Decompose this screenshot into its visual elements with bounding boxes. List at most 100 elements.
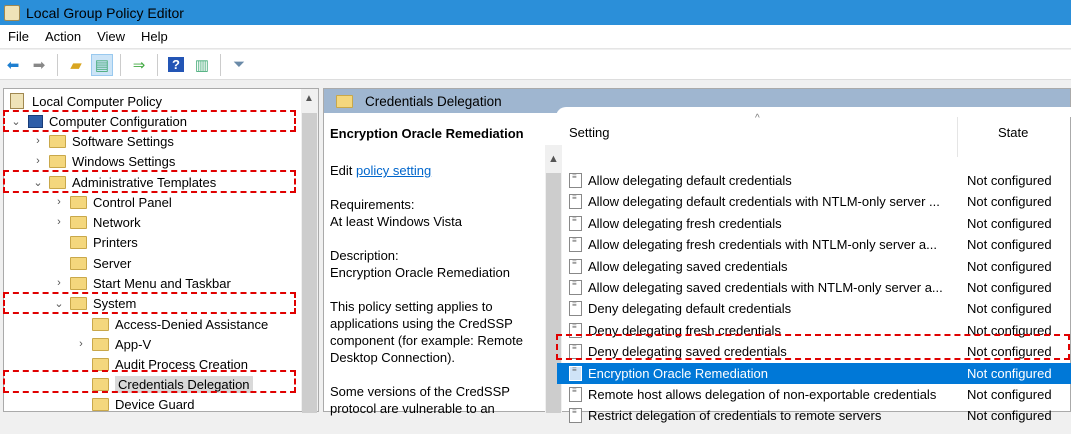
description-title: Encryption Oracle Remediation xyxy=(330,126,524,141)
tree-label: Server xyxy=(93,255,132,271)
tree-item-software-settings[interactable]: › Software Settings xyxy=(32,131,174,151)
tree-item-credentials-delegation[interactable]: Credentials Delegation xyxy=(75,374,253,394)
tree-item-windows-settings[interactable]: › Windows Settings xyxy=(32,151,175,171)
chevron-right-icon[interactable]: › xyxy=(32,155,44,167)
description-label: Description: xyxy=(330,248,399,263)
policy-setting-icon: ≡ xyxy=(569,408,582,424)
setting-name: Allow delegating fresh credentials xyxy=(588,215,782,231)
tree-item-device-guard[interactable]: Device Guard xyxy=(75,394,194,414)
tree-item-printers[interactable]: Printers xyxy=(53,232,138,252)
show-hide-action-pane-icon[interactable]: ▥ xyxy=(191,54,213,76)
chevron-right-icon[interactable]: › xyxy=(75,338,87,350)
folder-icon xyxy=(49,134,66,148)
list-row[interactable]: ≡ Allow delegating saved credentials Not c… xyxy=(557,256,1071,277)
description-paragraph: This policy setting applies to applicati… xyxy=(330,299,523,365)
window-title: Local Group Policy Editor xyxy=(26,4,184,21)
tree-scrollbar[interactable]: ▲ xyxy=(301,89,318,413)
chevron-down-icon[interactable]: ⌄ xyxy=(53,297,65,310)
tree-item-system[interactable]: ⌄ System xyxy=(53,293,136,313)
folder-icon xyxy=(92,397,109,411)
setting-state: Not configured xyxy=(967,173,1052,188)
list-row[interactable]: ≡ Allow delegating fresh credentials Not c… xyxy=(557,213,1071,234)
toolbar: ⬅ ➡ ▰ ▤ ⇒ ? ▥ ⏷ xyxy=(0,50,1071,80)
filter-icon[interactable]: ⏷ xyxy=(228,54,250,76)
menu-action[interactable]: Action xyxy=(37,29,89,44)
details-header-title: Credentials Delegation xyxy=(365,93,502,109)
menu-view[interactable]: View xyxy=(89,29,133,44)
toolbar-separator xyxy=(120,53,121,76)
folder-icon xyxy=(70,256,87,270)
help-icon[interactable]: ? xyxy=(165,54,187,76)
back-icon[interactable]: ⬅ xyxy=(2,54,24,76)
setting-name: Encryption Oracle Remediation xyxy=(588,365,768,381)
scrollbar-thumb[interactable] xyxy=(302,113,317,413)
folder-icon xyxy=(92,317,109,331)
export-list-icon[interactable]: ⇒ xyxy=(128,54,150,76)
folder-icon xyxy=(92,357,109,371)
chevron-down-icon[interactable]: ⌄ xyxy=(10,115,22,128)
setting-state: Not configured xyxy=(967,408,1052,424)
setting-state: Not configured xyxy=(967,194,1052,210)
up-folder-icon[interactable]: ▰ xyxy=(65,54,87,76)
list-row[interactable]: ≡ Deny delegating fresh credentials Not co… xyxy=(557,320,1071,341)
edit-policy-setting-link[interactable]: policy setting xyxy=(356,163,431,178)
forward-icon[interactable]: ➡ xyxy=(28,54,50,76)
setting-name: Restrict delegation of credentials to re… xyxy=(588,408,882,424)
column-header-setting[interactable]: Setting xyxy=(569,121,609,143)
folder-icon xyxy=(70,215,87,229)
tree-label: Device Guard xyxy=(115,396,195,412)
tree-item-network[interactable]: › Network xyxy=(53,212,141,232)
tree-item-start-menu[interactable]: › Start Menu and Taskbar xyxy=(53,273,231,293)
scroll-up-icon[interactable]: ▲ xyxy=(304,93,314,104)
list-row[interactable]: ≡ Remote host allows delegation of non-ex… xyxy=(557,384,1071,405)
list-row[interactable]: ≡ Encryption Oracle Remediation Not config… xyxy=(557,362,1071,384)
tree-item-access-denied-assistance[interactable]: Access-Denied Assistance xyxy=(75,314,268,334)
tree-item-control-panel[interactable]: › Control Panel xyxy=(53,192,172,212)
list-row[interactable]: ≡ Deny delegating default credentials Not … xyxy=(557,298,1071,319)
tree-item-administrative-templates[interactable]: ⌄ Administrative Templates xyxy=(32,172,216,192)
column-header-state[interactable]: State xyxy=(998,121,1028,143)
chevron-right-icon[interactable]: › xyxy=(32,135,44,147)
setting-state: Not configured xyxy=(967,237,1052,253)
policy-setting-icon: ≡ xyxy=(569,237,582,253)
setting-name: Deny delegating fresh credentials xyxy=(588,322,781,338)
menu-file[interactable]: File xyxy=(0,29,37,44)
setting-state: Not configured xyxy=(967,301,1052,317)
chevron-right-icon[interactable]: › xyxy=(53,277,65,289)
policy-setting-icon: ≡ xyxy=(569,387,582,402)
tree-label: Credentials Delegation xyxy=(115,375,253,393)
tree-label: Printers xyxy=(93,234,138,250)
list-row[interactable]: ≡ Allow delegating default credentials Not… xyxy=(557,170,1071,191)
toolbar-separator xyxy=(57,53,58,76)
list-row[interactable]: ≡ Allow delegating saved credentials with… xyxy=(557,277,1071,298)
setting-name: Allow delegating saved credentials xyxy=(588,258,788,274)
list-row[interactable]: ≡ Allow delegating default credentials wi… xyxy=(557,191,1071,212)
tree-item-local-computer-policy[interactable]: Local Computer Policy xyxy=(10,91,162,111)
list-row[interactable]: ≡ Deny delegating saved credentials Not co… xyxy=(557,341,1071,362)
setting-state: Not configured xyxy=(967,215,1052,231)
tree-item-app-v[interactable]: › App-V xyxy=(75,334,151,354)
list-row[interactable]: ≡ Restrict delegation of credentials to r… xyxy=(557,405,1071,426)
setting-name: Remote host allows delegation of non-exp… xyxy=(588,387,937,402)
sort-ascending-icon: ^ xyxy=(755,113,760,124)
policy-scroll-icon xyxy=(10,93,24,109)
tree-item-computer-configuration[interactable]: ⌄ Computer Configuration xyxy=(10,111,187,131)
policy-setting-icon: ≡ xyxy=(569,258,582,274)
chevron-down-icon[interactable]: ⌄ xyxy=(32,176,44,189)
menu-help[interactable]: Help xyxy=(133,29,176,44)
show-hide-tree-icon[interactable]: ▤ xyxy=(91,53,113,76)
chevron-right-icon[interactable]: › xyxy=(53,216,65,228)
chevron-right-icon[interactable]: › xyxy=(53,196,65,208)
policy-setting-icon: ≡ xyxy=(569,322,582,338)
setting-state: Not configured xyxy=(967,322,1052,338)
tree-item-audit-process-creation[interactable]: Audit Process Creation xyxy=(75,354,248,374)
policy-setting-icon: ≡ xyxy=(569,344,582,360)
list-row[interactable]: ≡ Allow delegating fresh credentials with… xyxy=(557,234,1071,255)
policy-setting-icon: ≡ xyxy=(569,301,582,317)
folder-icon xyxy=(49,154,66,168)
tree-item-server[interactable]: Server xyxy=(53,253,131,273)
tree-label: Access-Denied Assistance xyxy=(115,316,269,332)
column-divider[interactable] xyxy=(957,117,958,157)
tree-label: Administrative Templates xyxy=(72,174,217,190)
tree-label: Network xyxy=(93,214,141,230)
